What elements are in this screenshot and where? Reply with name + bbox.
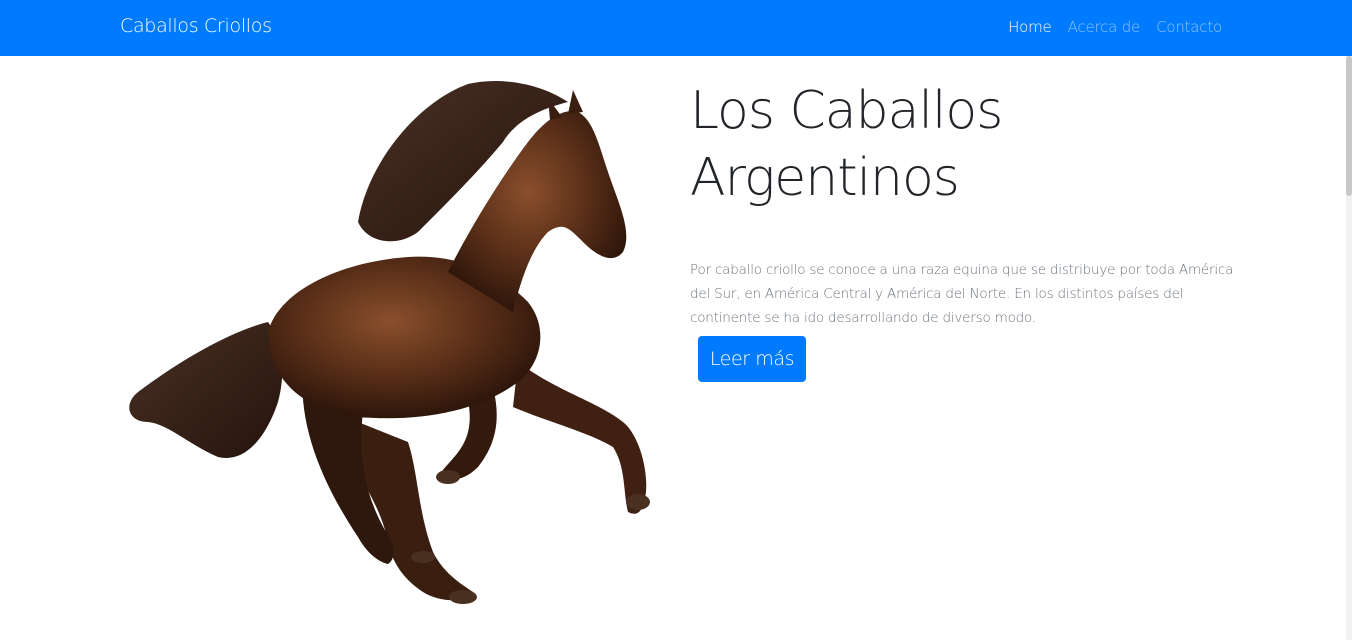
- scrollbar-thumb[interactable]: [1346, 56, 1352, 196]
- hero-title-line1: Los Caballos: [690, 81, 1003, 141]
- hero-text: Por caballo criollo se conoce a una raza…: [690, 262, 1234, 326]
- nav-link-acerca-de[interactable]: Acerca de: [1068, 18, 1141, 36]
- navbar: Caballos Criollos Home Acerca de Contact…: [0, 0, 1352, 56]
- nav-links: Home Acerca de Contacto: [1008, 18, 1222, 36]
- hero-title-line2: Argentinos: [690, 148, 960, 208]
- scrollbar[interactable]: [1346, 56, 1352, 640]
- nav-link-home[interactable]: Home: [1008, 18, 1052, 36]
- hero-title: Los Caballos Argentinos: [690, 78, 1210, 212]
- horse-image: [129, 81, 650, 604]
- leer-mas-button[interactable]: Leer más: [698, 336, 806, 382]
- nav-link-contacto[interactable]: Contacto: [1156, 18, 1222, 36]
- navbar-brand[interactable]: Caballos Criollos: [120, 15, 272, 37]
